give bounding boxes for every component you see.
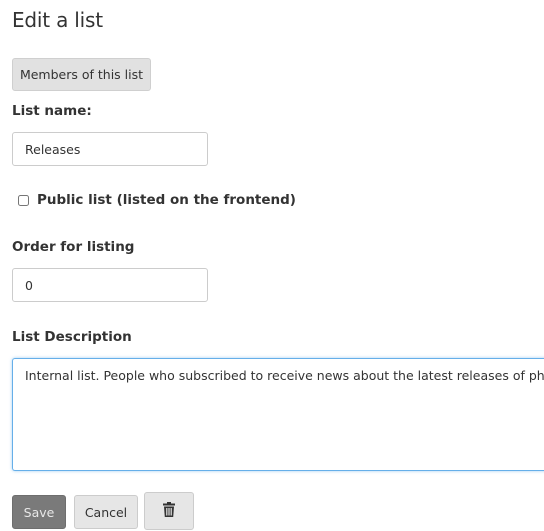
cancel-button[interactable]: Cancel xyxy=(74,495,138,529)
public-list-label: Public list (listed on the frontend) xyxy=(37,192,296,208)
save-button[interactable]: Save xyxy=(12,495,66,529)
description-textarea[interactable]: Internal list. People who subscribed to … xyxy=(12,358,544,471)
list-name-label: List name: xyxy=(12,103,92,119)
order-label: Order for listing xyxy=(12,239,135,255)
list-name-input[interactable] xyxy=(12,132,208,166)
page-title: Edit a list xyxy=(12,8,103,32)
members-of-list-button[interactable]: Members of this list xyxy=(12,58,151,91)
public-list-checkbox[interactable] xyxy=(18,194,29,206)
order-input[interactable] xyxy=(12,268,208,302)
edit-list-page: Edit a list Members of this list List na… xyxy=(0,0,544,531)
public-list-row: Public list (listed on the frontend) xyxy=(18,192,296,208)
trash-icon xyxy=(163,502,175,520)
description-label: List Description xyxy=(12,329,132,345)
delete-button[interactable] xyxy=(144,492,194,530)
